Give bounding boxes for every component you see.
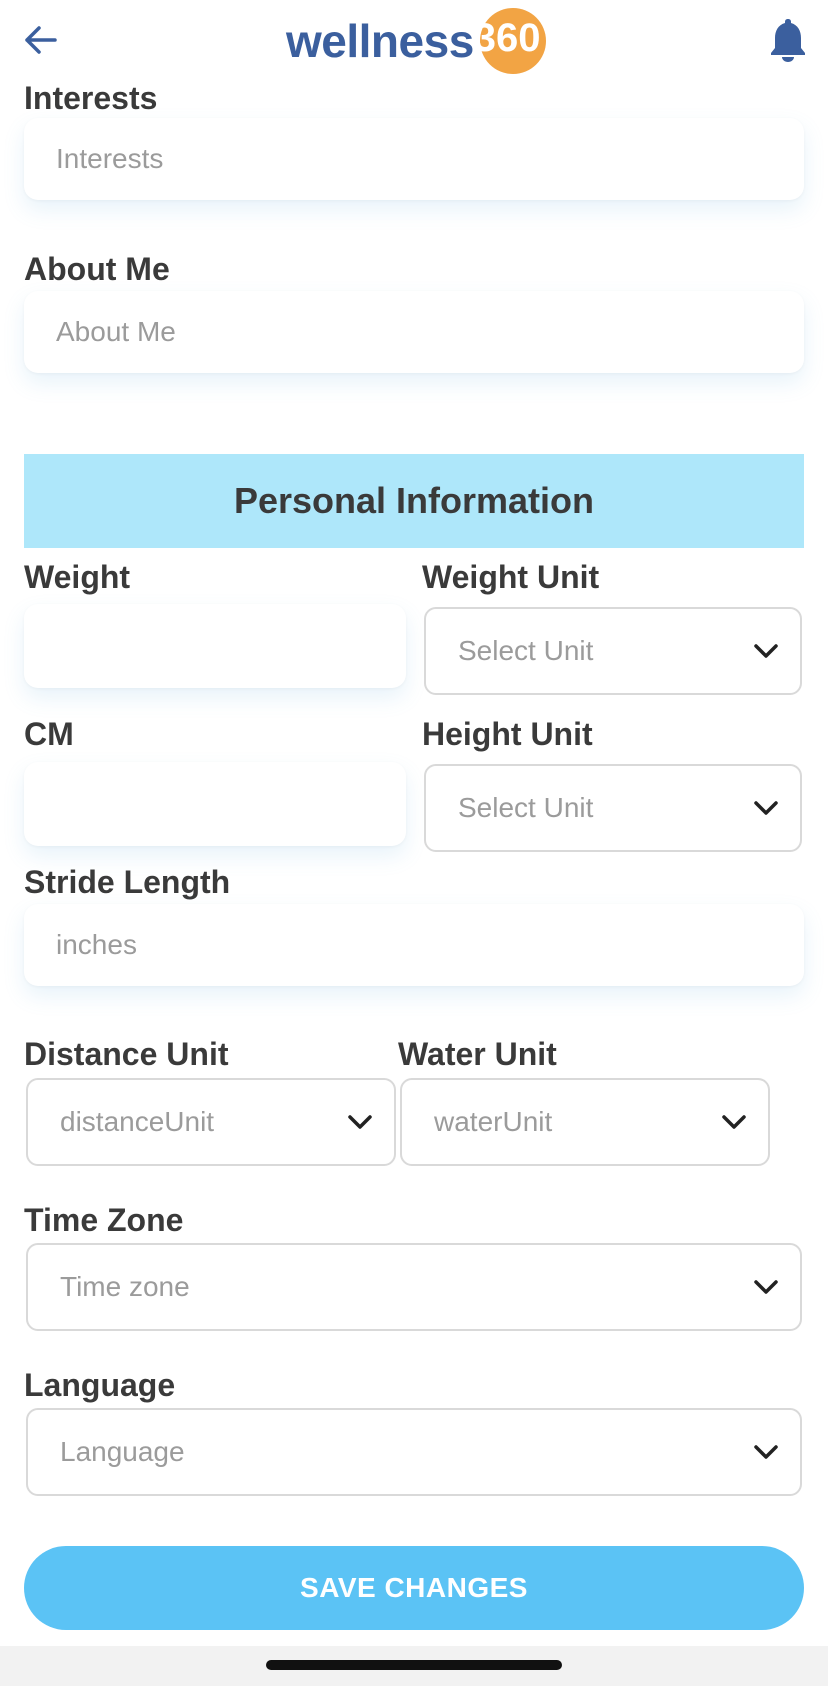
height-unit-placeholder: Select Unit (458, 792, 594, 823)
height-label: CM (24, 716, 74, 752)
language-label: Language (24, 1367, 176, 1403)
interests-input[interactable]: Interests (24, 118, 804, 200)
weight-label: Weight (24, 559, 131, 595)
time-zone-placeholder: Time zone (60, 1271, 190, 1302)
water-unit-placeholder: waterUnit (434, 1106, 553, 1137)
arrow-left-icon (25, 26, 57, 54)
weight-input[interactable] (24, 604, 406, 688)
height-input[interactable] (24, 762, 406, 846)
logo-badge: 360 (472, 6, 546, 76)
notifications-button[interactable] (762, 14, 814, 66)
chevron-down-icon (754, 1280, 778, 1294)
chevron-down-icon (348, 1115, 372, 1129)
interests-placeholder: Interests (56, 143, 164, 174)
about-me-label: About Me (24, 251, 170, 287)
time-zone-label: Time Zone (24, 1202, 184, 1238)
height-unit-label: Height Unit (422, 716, 593, 752)
chevron-down-icon (722, 1115, 746, 1129)
about-me-placeholder: About Me (56, 316, 176, 347)
personal-information-header: Personal Information (24, 454, 804, 548)
distance-unit-placeholder: distanceUnit (60, 1106, 215, 1137)
weight-unit-label: Weight Unit (422, 559, 600, 595)
app-header: wellness 360 (0, 0, 828, 84)
stride-length-input[interactable]: inches (24, 904, 804, 986)
weight-unit-placeholder: Select Unit (458, 635, 594, 666)
time-zone-select[interactable]: Time zone (26, 1243, 802, 1331)
chevron-down-icon (754, 644, 778, 658)
weight-unit-select[interactable]: Select Unit (424, 607, 802, 695)
wellness360-logo: wellness 360 (286, 6, 546, 76)
distance-unit-label: Distance Unit (24, 1036, 229, 1072)
chevron-down-icon (754, 801, 778, 815)
section-title: Personal Information (233, 480, 595, 521)
home-indicator[interactable] (266, 1660, 562, 1670)
language-placeholder: Language (60, 1436, 185, 1467)
about-me-input[interactable]: About Me (24, 291, 804, 373)
interests-label: Interests (24, 80, 158, 116)
height-unit-select[interactable]: Select Unit (424, 764, 802, 852)
water-unit-label: Water Unit (398, 1036, 557, 1072)
language-select[interactable]: Language (26, 1408, 802, 1496)
logo-wordmark: wellness (286, 15, 474, 67)
logo-number: 360 (473, 16, 541, 60)
water-unit-select[interactable]: waterUnit (400, 1078, 770, 1166)
back-button[interactable] (14, 14, 66, 66)
stride-length-placeholder: inches (56, 929, 137, 960)
bell-icon (771, 19, 805, 62)
chevron-down-icon (754, 1445, 778, 1459)
stride-length-label: Stride Length (24, 864, 231, 900)
save-changes-button[interactable]: SAVE CHANGES (24, 1546, 804, 1630)
distance-unit-select[interactable]: distanceUnit (26, 1078, 396, 1166)
